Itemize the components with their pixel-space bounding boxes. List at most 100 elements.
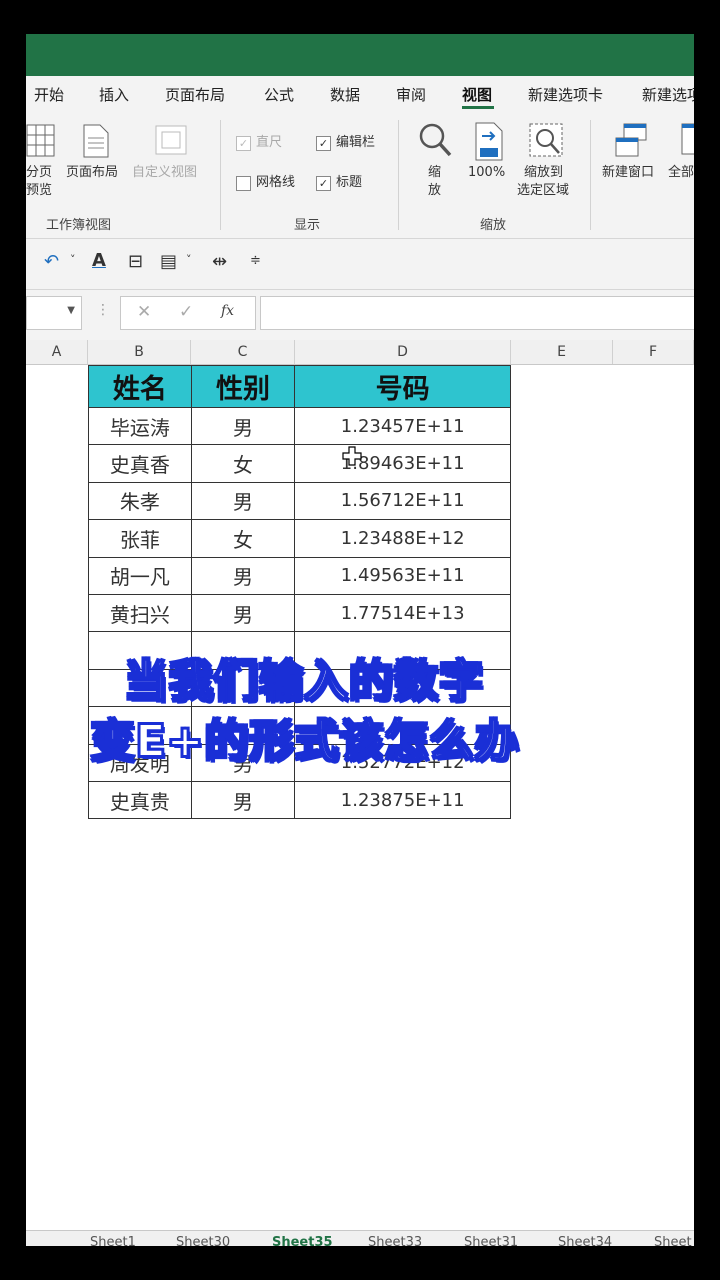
gender-cell[interactable]: 女 [190,444,296,483]
page-break-label-2: 预览 [26,183,53,198]
quick-access-toolbar: ↶ ˅ A ⊟ ▤ ˅ ⇹ ≑ [26,239,694,290]
table-row: 朱孝男 1.56712E+11 [88,481,511,521]
zoom-magnifier-icon[interactable] [418,122,452,158]
name-cell[interactable]: 毕运涛 [88,406,192,446]
ruler-checkbox[interactable]: ✓ [236,136,251,151]
column-header-f[interactable]: F [613,340,694,364]
zoom-to-selection-icon[interactable] [528,122,566,160]
tab-data[interactable]: 数据 [330,84,360,105]
gender-cell[interactable]: 男 [190,780,296,820]
ribbon-view: 分页 预览 页面布局 自定义视图 工作簿视图 ✓ 直尺 ✓ 编辑栏 网格线 ✓ … [26,114,694,239]
column-header-d[interactable]: D [295,340,511,364]
active-tab-indicator [462,106,494,109]
name-cell[interactable]: 朱孝 [88,481,192,521]
zoom-label-1: 缩 [428,165,442,180]
chevron-down-icon[interactable]: ˅ [70,253,76,266]
sheet-tab[interactable]: Sheet33 [368,1235,422,1246]
new-window-label: 新建窗口 [602,165,655,180]
tab-review[interactable]: 审阅 [396,84,426,105]
arrange-all-label: 全部 [668,165,694,180]
sheet-tab[interactable]: Sheet30 [176,1235,230,1246]
arrange-all-icon[interactable] [680,122,694,160]
name-cell[interactable]: 史真贵 [88,780,192,820]
number-cell[interactable]: 1.77514E+13 [294,593,511,633]
gridlines-checkbox[interactable] [236,176,251,191]
gender-cell[interactable]: 男 [190,481,296,521]
gender-cell[interactable]: 男 [190,556,296,595]
chevron-down-icon: ▼ [67,305,75,316]
gender-cell[interactable]: 男 [190,406,296,446]
name-box[interactable]: ▼ [26,296,82,330]
page-break-preview-icon[interactable] [26,124,56,158]
enter-icon[interactable]: ✓ [179,302,193,322]
header-gender[interactable]: 性别 [190,365,296,408]
formula-bar-checkbox[interactable]: ✓ [316,136,331,151]
sheet-tab[interactable]: Sheet31 [464,1235,518,1246]
cursor-crosshair-icon [342,446,362,466]
ruler-label: 直尺 [256,135,283,150]
insert-function-icon[interactable]: fx [221,303,234,319]
undo-icon[interactable]: ↶ [44,251,59,272]
column-headers: A B C D E F [26,340,694,365]
zoom-label-2: 放 [428,183,442,198]
tab-formulas[interactable]: 公式 [264,84,294,105]
format-painter-icon[interactable]: ▤ [160,251,177,272]
number-cell[interactable]: 1.56712E+11 [294,481,511,521]
title-bar [26,34,694,76]
zoom-100-icon[interactable] [474,122,506,162]
gender-cell[interactable]: 女 [190,519,296,558]
gender-cell[interactable]: 男 [190,593,296,633]
formula-input[interactable] [260,296,694,330]
tab-new-2[interactable]: 新建选项 [642,84,694,105]
number-cell[interactable]: 1.89463E+11 [294,444,511,483]
chevron-down-icon[interactable]: ˅ [186,253,192,266]
tab-new-1[interactable]: 新建选项卡 [528,84,603,105]
column-width-icon[interactable]: ⇹ [212,251,227,272]
tab-home[interactable]: 开始 [34,84,64,105]
sheet-tab-bar: Sheet1 Sheet30 Sheet35 Sheet33 Sheet31 S… [26,1230,694,1246]
tab-view[interactable]: 视图 [462,84,492,105]
zoom-group-label: 缩放 [480,218,507,233]
tab-insert[interactable]: 插入 [99,84,129,105]
ribbon-separator [590,120,591,230]
new-window-icon[interactable] [614,122,650,160]
gridlines-label: 网格线 [256,175,296,190]
name-cell[interactable]: 黄扫兴 [88,593,192,633]
number-cell[interactable]: 1.23875E+11 [294,780,511,820]
number-cell[interactable]: 1.49563E+11 [294,556,511,595]
border-icon[interactable]: ⊟ [128,251,143,272]
cancel-icon[interactable]: ✕ [137,302,151,322]
name-cell[interactable]: 胡一凡 [88,556,192,595]
zoom-100-label: 100% [468,165,506,180]
number-cell[interactable]: 1.23457E+11 [294,406,511,446]
sheet-tab[interactable]: Sheet [654,1235,692,1246]
sheet-tab[interactable]: Sheet34 [558,1235,612,1246]
sheet-tab-active[interactable]: Sheet35 [272,1235,333,1246]
custom-views-icon [155,125,187,155]
ribbon-tabs: 开始 插入 页面布局 公式 数据 审阅 视图 新建选项卡 新建选项 [26,76,694,114]
customize-toolbar-icon[interactable]: ≑ [250,253,261,268]
page-layout-icon[interactable] [82,124,110,158]
font-color-icon[interactable]: A [92,250,106,271]
formula-bar-grip-icon: ⋮ [96,302,110,318]
header-number[interactable]: 号码 [294,365,511,408]
workbook-views-group-label: 工作簿视图 [46,218,112,233]
headings-checkbox[interactable]: ✓ [316,176,331,191]
headings-label: 标题 [336,175,363,190]
custom-views-label: 自定义视图 [132,165,198,180]
formula-bar-label: 编辑栏 [336,135,376,150]
header-name[interactable]: 姓名 [88,365,192,408]
name-cell[interactable]: 史真香 [88,444,192,483]
column-header-a[interactable]: A [26,340,88,364]
page-break-label-1: 分页 [26,165,53,180]
column-header-e[interactable]: E [511,340,613,364]
name-cell[interactable]: 张菲 [88,519,192,558]
column-header-c[interactable]: C [191,340,295,364]
column-header-b[interactable]: B [88,340,191,364]
tab-page-layout[interactable]: 页面布局 [165,84,225,105]
number-cell[interactable]: 1.23488E+12 [294,519,511,558]
ribbon-separator [398,120,399,230]
sheet-tab[interactable]: Sheet1 [90,1235,136,1246]
table-row: 胡一凡男 1.49563E+11 [88,556,511,595]
table-row: 黄扫兴男 1.77514E+13 [88,593,511,633]
